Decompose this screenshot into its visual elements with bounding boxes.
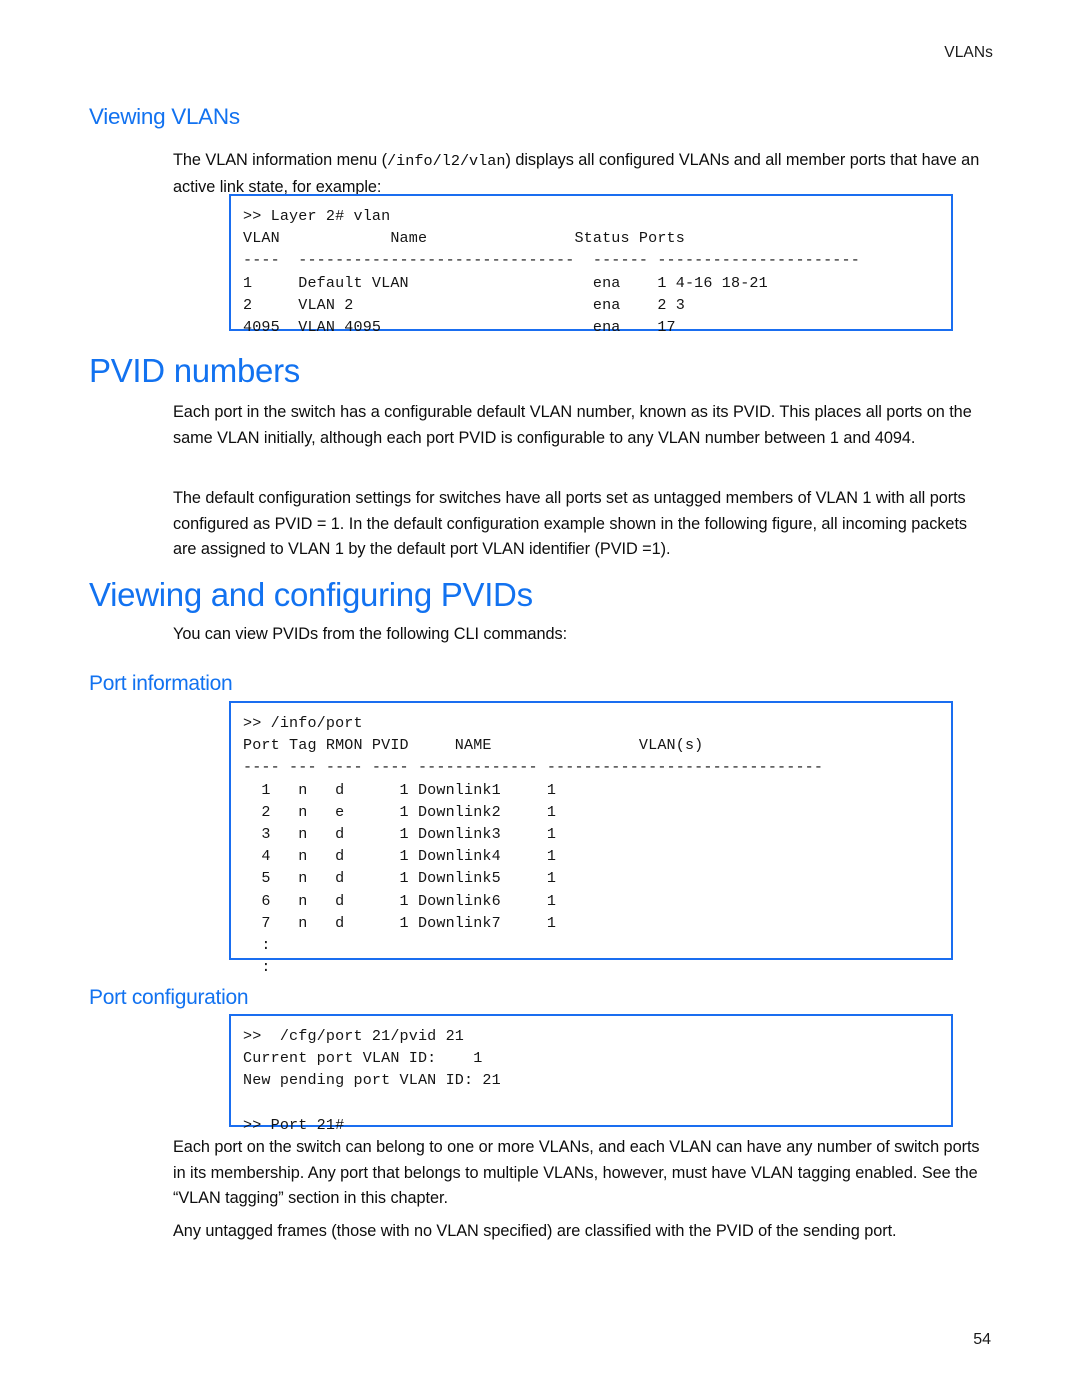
page-number: 54 <box>973 1331 991 1348</box>
heading-port-information: Port information <box>89 672 233 695</box>
running-header: VLANs <box>944 44 993 61</box>
heading-viewing-vlans: Viewing VLANs <box>89 104 240 129</box>
paragraph-closing-1: Each port on the switch can belong to on… <box>173 1138 980 1208</box>
code-block-port-configuration: >> /cfg/port 21/pvid 21 Current port VLA… <box>229 1014 953 1134</box>
paragraph-pvid-numbers-1: Each port in the switch has a configurab… <box>173 403 972 447</box>
code-text-port-configuration: >> /cfg/port 21/pvid 21 Current port VLA… <box>243 1027 501 1134</box>
heading-viewing-configuring-pvids: Viewing and configuring PVIDs <box>89 576 533 613</box>
heading-pvid-numbers: PVID numbers <box>89 352 300 389</box>
paragraph-viewing-vlans-intro: The VLAN information menu (/info/l2/vlan… <box>173 148 993 200</box>
heading-port-configuration: Port configuration <box>89 986 249 1009</box>
paragraph-pvid-numbers-2: The default configuration settings for s… <box>173 489 968 559</box>
inline-command-info-l2-vlan: /info/l2/vlan <box>387 152 506 170</box>
code-block-port-information: >> /info/port Port Tag RMON PVID NAME VL… <box>229 701 953 976</box>
document-page: VLANs Viewing VLANs The VLAN information… <box>0 0 1080 1397</box>
code-text-port-information: >> /info/port Port Tag RMON PVID NAME VL… <box>243 714 824 977</box>
code-text-vlan-info: >> Layer 2# vlan VLAN Name Status Ports … <box>243 207 860 337</box>
code-block-vlan-info: >> Layer 2# vlan VLAN Name Status Ports … <box>229 194 953 336</box>
paragraph-closing-2: Any untagged frames (those with no VLAN … <box>173 1222 897 1240</box>
paragraph-pvids-intro: You can view PVIDs from the following CL… <box>173 625 568 643</box>
intro-text-part1: The VLAN information menu ( <box>173 151 388 169</box>
